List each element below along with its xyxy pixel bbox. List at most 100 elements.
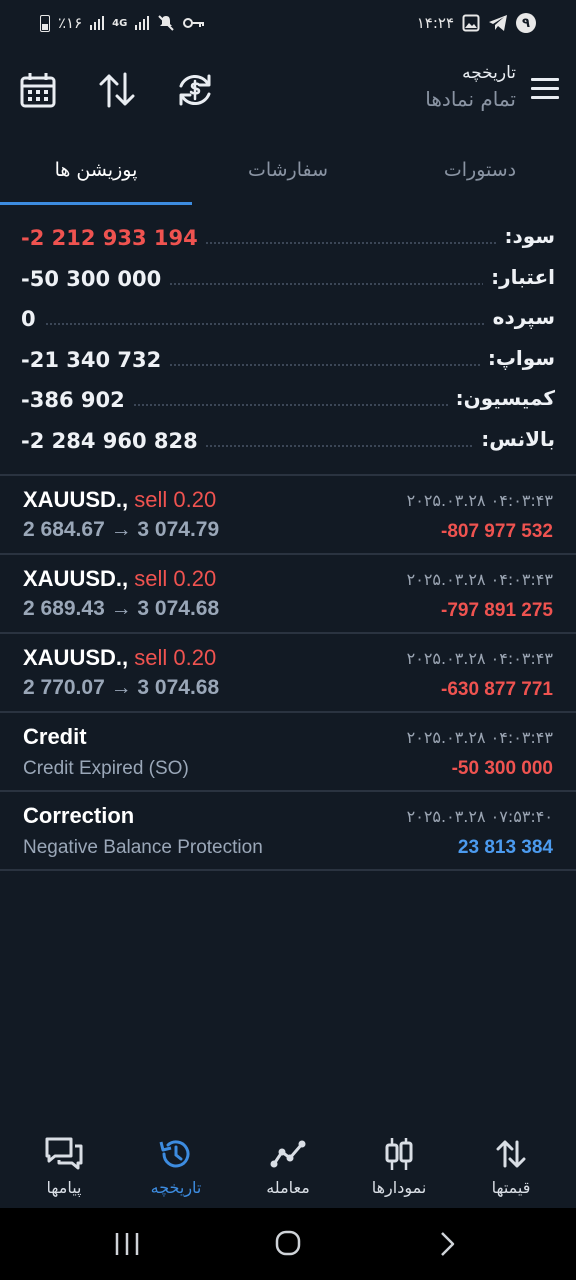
- tab-orders[interactable]: سفارشات: [192, 140, 384, 200]
- nav-label: پیامها: [46, 1178, 82, 1197]
- status-time: ۱۴:۲۴: [416, 14, 454, 32]
- summary-value: -50 300 000: [21, 266, 170, 291]
- toolbar: تاریخچه تمام نمادها: [0, 55, 576, 135]
- symbol-filter: تمام نمادها: [425, 87, 516, 111]
- telegram-icon: [489, 15, 507, 31]
- battery-percent: ٪۱۶: [58, 14, 83, 32]
- nav-history[interactable]: تاریخچه: [120, 1120, 232, 1206]
- divider: [0, 474, 576, 476]
- divider: [0, 632, 576, 634]
- summary-value: -21 340 732: [21, 347, 170, 372]
- summary-label: سود:: [496, 224, 555, 248]
- calendar-icon[interactable]: [18, 70, 58, 110]
- currency-sync-icon[interactable]: [175, 70, 215, 110]
- summary-row-deposit: 0 سپرده: [0, 299, 576, 340]
- key-icon: [183, 18, 205, 28]
- deal-profit: 23 813 384: [457, 837, 553, 858]
- deal-time: ۲۰۲۵.۰۳.۲۸ ۰۴:۰۳:۴۳: [406, 491, 553, 510]
- deal-time: ۲۰۲۵.۰۳.۲۸ ۰۴:۰۳:۴۳: [406, 728, 553, 747]
- list-item[interactable]: XAUUSD., sell 0.20 2 770.07 → 3 074.68 ۲…: [0, 635, 576, 713]
- deal-profit: -797 891 275: [441, 600, 553, 621]
- list-item[interactable]: Credit Credit Expired (SO) ۲۰۲۵.۰۳.۲۸ ۰۴…: [0, 714, 576, 792]
- deal-symbol: Credit: [23, 724, 87, 749]
- summary-label: سپرده: [484, 305, 555, 329]
- deal-symbol-line: XAUUSD., sell 0.20: [23, 487, 216, 513]
- messages-icon: [45, 1137, 83, 1170]
- sort-icon[interactable]: [97, 70, 137, 110]
- deal-symbol: XAUUSD.,: [23, 487, 129, 512]
- deal-prices: 2 689.43 → 3 074.68: [23, 597, 220, 620]
- dotted-leader: [30, 323, 516, 325]
- deal-symbol: Correction: [23, 803, 135, 828]
- deal-symbol: XAUUSD.,: [23, 645, 129, 670]
- status-bar: ٪۱۶ 4G ۱۴:۲۴ ۹: [0, 0, 576, 50]
- divider: [0, 869, 576, 871]
- summary-value: -2 212 933 194: [21, 226, 206, 250]
- nav-trade[interactable]: معامله: [232, 1120, 344, 1206]
- summary-row-profit: -2 212 933 194 سود:: [0, 218, 576, 259]
- deal-prices: 2 684.67 → 3 074.79: [23, 518, 220, 541]
- deal-profit: -50 300 000: [451, 758, 553, 779]
- deal-symbol-line: XAUUSD., sell 0.20: [23, 645, 216, 671]
- network-type: 4G: [112, 17, 128, 29]
- bottom-nav: پیامها تاریخچه معامله نمودارها قیمتها: [0, 1120, 576, 1206]
- deal-prices: 2 770.07 → 3 074.68: [23, 676, 220, 699]
- deal-profit: -807 977 532: [441, 521, 553, 542]
- nav-charts[interactable]: نمودارها: [343, 1120, 455, 1206]
- signal-icon-2: [135, 16, 150, 30]
- status-right: ۱۴:۲۴ ۹: [417, 13, 536, 33]
- notification-badge: ۹: [516, 13, 536, 33]
- summary-row-swap: -21 340 732 سواپ:: [0, 340, 576, 381]
- summary-row-commission: -386 902 کمیسیون:: [0, 380, 576, 421]
- summary-row-balance: -2 284 960 828 بالانس:: [0, 421, 576, 462]
- signal-icon: [90, 16, 105, 30]
- deal-time: ۲۰۲۵.۰۳.۲۸ ۰۷:۵۳:۴۰: [406, 807, 553, 826]
- title-block[interactable]: تاریخچه تمام نمادها: [425, 63, 516, 111]
- summary-label: اعتبار:: [483, 264, 555, 289]
- home-icon[interactable]: [275, 1230, 301, 1256]
- active-tab-indicator: [0, 202, 192, 205]
- chart-candles-icon: [385, 1138, 413, 1170]
- tab-positions[interactable]: پوزیشن ها: [0, 140, 192, 200]
- history-icon: [159, 1140, 190, 1168]
- mute-icon: [158, 15, 175, 31]
- deal-symbol-line: XAUUSD., sell 0.20: [23, 566, 216, 592]
- deal-profit: -630 877 771: [441, 679, 553, 700]
- nav-label: قیمتها: [491, 1178, 531, 1197]
- back-icon[interactable]: [438, 1230, 458, 1258]
- summary-row-credit: -50 300 000 اعتبار:: [0, 259, 576, 300]
- list-item[interactable]: Correction Negative Balance Protection ۲…: [0, 793, 576, 871]
- nav-messages[interactable]: پیامها: [8, 1120, 120, 1206]
- summary-label: کمیسیون:: [447, 386, 555, 410]
- list-item[interactable]: XAUUSD., sell 0.20 2 684.67 → 3 074.79 ۲…: [0, 477, 576, 555]
- tab-bar: دستورات سفارشات پوزیشن ها: [0, 140, 576, 206]
- battery-icon: [40, 14, 50, 32]
- recent-apps-icon[interactable]: [114, 1232, 140, 1256]
- deal-side: sell 0.20: [134, 645, 217, 670]
- deal-comment: Negative Balance Protection: [23, 837, 263, 858]
- summary-value: 0: [21, 307, 44, 331]
- status-left: ٪۱۶ 4G: [40, 14, 205, 32]
- deal-time: ۲۰۲۵.۰۳.۲۸ ۰۴:۰۳:۴۳: [406, 570, 553, 589]
- deal-comment: Credit Expired (SO): [23, 758, 189, 779]
- divider: [0, 553, 576, 555]
- divider: [0, 711, 576, 713]
- deal-side: sell 0.20: [134, 487, 217, 512]
- divider: [0, 790, 576, 792]
- menu-icon[interactable]: [531, 78, 559, 102]
- deal-symbol: XAUUSD.,: [23, 566, 129, 591]
- quotes-icon: [496, 1140, 526, 1168]
- nav-label: نمودارها: [371, 1178, 427, 1197]
- summary-value: -386 902: [21, 388, 133, 412]
- deal-time: ۲۰۲۵.۰۳.۲۸ ۰۴:۰۳:۴۳: [406, 649, 553, 668]
- list-item[interactable]: XAUUSD., sell 0.20 2 689.43 → 3 074.68 ۲…: [0, 556, 576, 634]
- nav-label: تاریخچه: [150, 1178, 202, 1197]
- summary-label: سواپ:: [479, 345, 555, 370]
- trade-icon: [270, 1140, 306, 1168]
- tab-deals[interactable]: دستورات: [384, 140, 576, 200]
- summary-label: بالانس:: [473, 426, 555, 451]
- system-nav-bar: [0, 1208, 576, 1280]
- deal-side: sell 0.20: [134, 566, 217, 591]
- nav-quotes[interactable]: قیمتها: [455, 1120, 567, 1206]
- account-summary: -2 212 933 194 سود: -50 300 000 اعتبار: …: [0, 218, 576, 461]
